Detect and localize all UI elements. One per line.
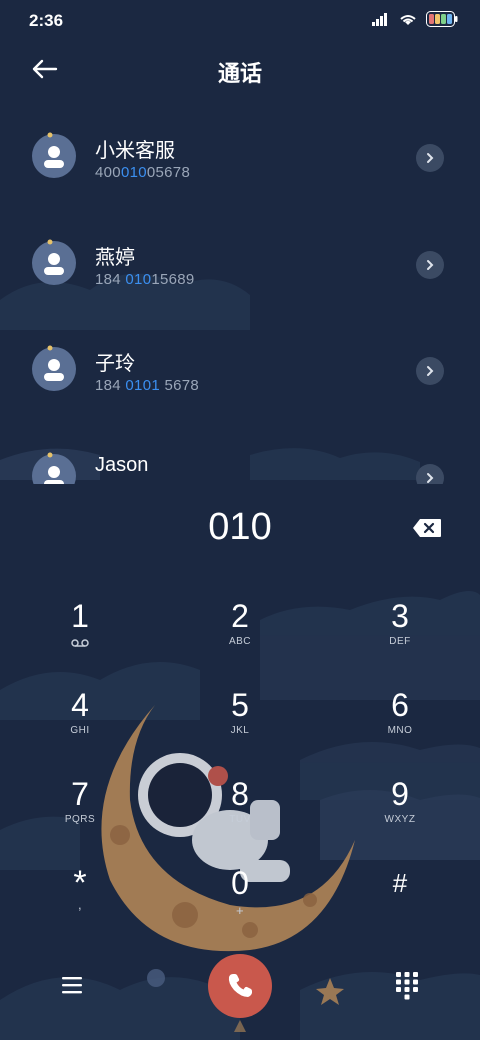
- contact-name: 子玲: [95, 353, 135, 375]
- avatar: [32, 239, 76, 285]
- key-letters: DEF: [389, 636, 411, 647]
- contact-list: 小米客服 40001005678 燕婷 184 01015689 子玲 184 …: [0, 104, 480, 484]
- wifi-icon: [400, 14, 416, 25]
- key-2[interactable]: 2 ABC: [190, 596, 290, 676]
- dialed-number: 010: [208, 506, 272, 548]
- contact-name: Jason: [95, 454, 149, 476]
- key-digit: #: [392, 868, 408, 898]
- key-3[interactable]: 3 DEF: [350, 596, 450, 676]
- key-7[interactable]: 7 PQRS: [30, 774, 130, 854]
- contact-detail-button[interactable]: [416, 464, 444, 484]
- avatar: [32, 132, 76, 178]
- header: 通话: [0, 44, 480, 98]
- chevron-right-icon: [427, 153, 434, 163]
- contact-name: 燕婷: [95, 247, 135, 269]
- key-digit: 4: [71, 687, 89, 723]
- signal-icon: [372, 13, 387, 26]
- dial-display: 010: [0, 504, 480, 554]
- key-letters: +: [235, 903, 245, 918]
- key-digit: 7: [71, 776, 89, 812]
- key-letters: MNO: [387, 725, 413, 736]
- contact-item[interactable]: 小米客服 40001005678: [0, 104, 480, 194]
- contact-number: 40001005678: [95, 164, 191, 181]
- call-button[interactable]: [208, 954, 272, 1018]
- phone-icon: [228, 974, 252, 997]
- chevron-right-icon: [427, 473, 434, 483]
- key-star[interactable]: * ,: [30, 863, 130, 943]
- key-1[interactable]: 1: [30, 596, 130, 676]
- key-digit: 3: [391, 598, 409, 634]
- battery-icon: [426, 11, 458, 27]
- contact-item[interactable]: 燕婷 184 01015689: [0, 211, 480, 301]
- key-letters: PQRS: [64, 814, 96, 825]
- key-letters: WXYZ: [384, 814, 416, 825]
- avatar: [32, 345, 76, 391]
- key-digit: 8: [231, 776, 249, 812]
- key-digit: 9: [391, 776, 409, 812]
- key-letters: JKL: [230, 725, 250, 736]
- voicemail-icon: [71, 639, 89, 647]
- dialpad-icon[interactable]: [396, 972, 418, 1000]
- menu-icon[interactable]: [60, 974, 86, 996]
- contact-detail-button[interactable]: [416, 144, 444, 172]
- status-time: 2:36: [29, 11, 64, 30]
- key-digit: 6: [391, 687, 409, 723]
- key-digit: 2: [231, 598, 249, 634]
- key-digit: 1: [71, 598, 89, 634]
- key-0[interactable]: 0 +: [190, 863, 290, 943]
- key-8[interactable]: 8 TUV: [190, 774, 290, 854]
- key-4[interactable]: 4 GHI: [30, 685, 130, 765]
- avatar: [32, 452, 76, 484]
- key-digit: 0: [231, 865, 249, 901]
- contact-number: 184 01015689: [95, 271, 195, 288]
- contact-item[interactable]: 子玲 184 0101 5678: [0, 317, 480, 407]
- contact-item[interactable]: Jason: [0, 424, 480, 484]
- status-bar: 2:36: [0, 0, 480, 40]
- key-5[interactable]: 5 JKL: [190, 685, 290, 765]
- contact-number: 184 0101 5678: [95, 377, 200, 394]
- bottom-bar: [0, 950, 480, 1030]
- key-letters: TUV: [229, 814, 251, 825]
- key-6[interactable]: 6 MNO: [350, 685, 450, 765]
- chevron-right-icon: [427, 366, 434, 376]
- key-letters: ,: [77, 897, 83, 912]
- contact-detail-button[interactable]: [416, 251, 444, 279]
- page-title: 通话: [217, 61, 262, 86]
- key-digit: 5: [231, 687, 249, 723]
- key-letters: GHI: [70, 725, 90, 736]
- status-icons: [372, 11, 458, 27]
- contact-name: 小米客服: [95, 140, 175, 162]
- contact-detail-button[interactable]: [416, 357, 444, 385]
- key-9[interactable]: 9 WXYZ: [350, 774, 450, 854]
- key-letters: ABC: [228, 636, 252, 647]
- dialpad: 1 2 ABC 3 DEF 4 GHI 5 JKL 6 MNO 7 PQRS 8…: [0, 590, 480, 940]
- chevron-right-icon: [427, 260, 434, 270]
- backspace-icon[interactable]: [412, 518, 442, 538]
- key-hash[interactable]: #: [350, 863, 450, 943]
